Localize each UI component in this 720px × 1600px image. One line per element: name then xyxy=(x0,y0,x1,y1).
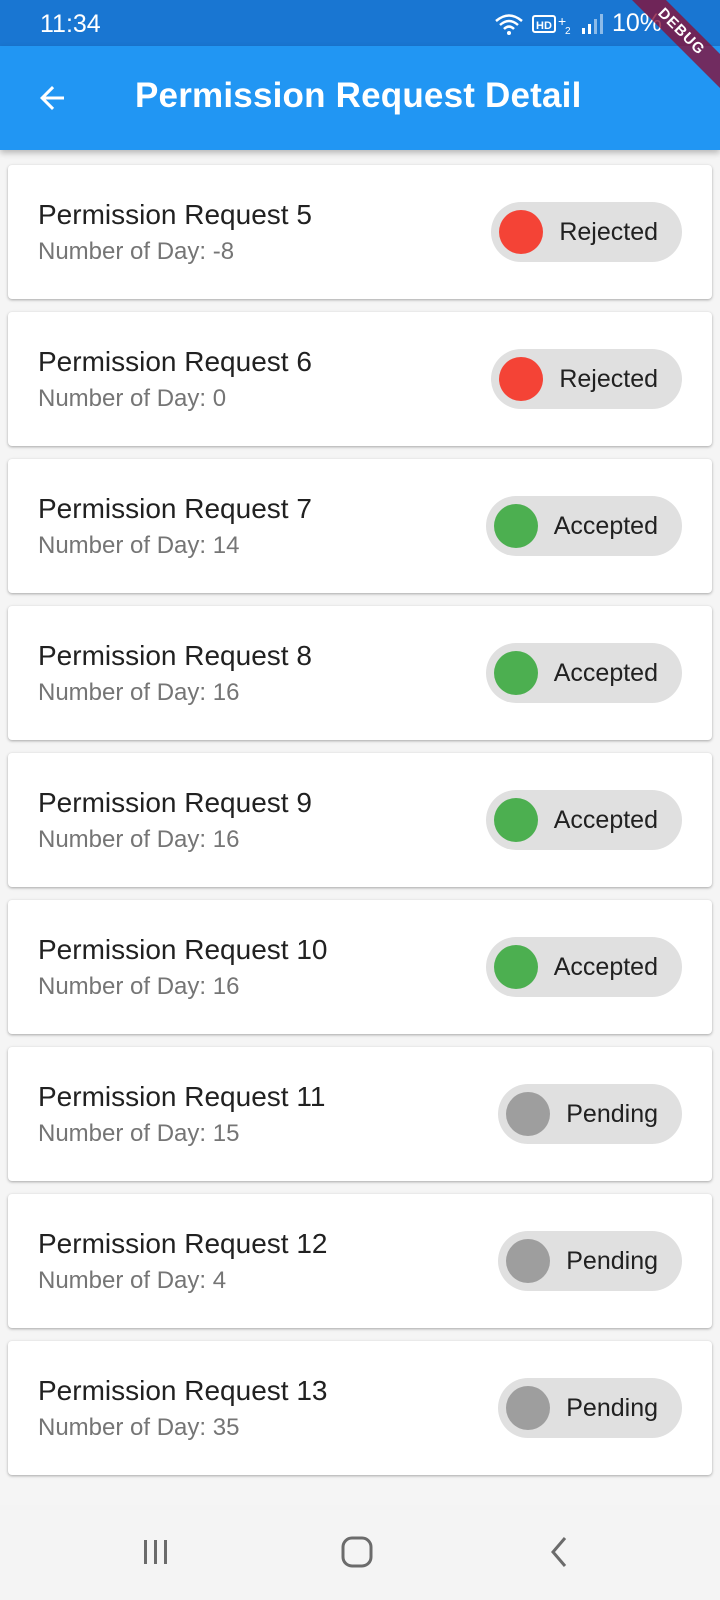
status-avatar-dot xyxy=(493,945,538,989)
status-chip: Rejected xyxy=(491,349,682,409)
request-card[interactable]: Permission Request 5 Number of Day: -8 Rej… xyxy=(8,165,712,299)
request-list: Permission Request 5 Number of Day: -8 Rej… xyxy=(0,150,720,1505)
request-days: Number of Day: 14 xyxy=(38,532,240,559)
screen: 11:34 HD + 2 10% DEBUG Permission Reques… xyxy=(0,0,720,1600)
request-title: Permission Request 13 xyxy=(38,1375,328,1406)
status-chip: Accepted xyxy=(485,937,682,997)
status-label: Accepted xyxy=(553,511,658,540)
request-title: Permission Request 7 xyxy=(38,493,312,524)
request-card[interactable]: Permission Request 12 Number of Day: 4 Pen… xyxy=(8,1194,712,1328)
status-avatar-dot xyxy=(506,1239,551,1283)
status-chip: Accepted xyxy=(485,790,682,850)
arrow-back-icon xyxy=(40,86,64,110)
recents-icon xyxy=(144,1540,167,1564)
status-avatar-dot xyxy=(506,1092,551,1136)
request-days: Number of Day: 16 xyxy=(38,973,240,1000)
wifi-icon xyxy=(495,13,523,35)
app-bar: Permission Request Detail xyxy=(0,46,720,150)
svg-text:2: 2 xyxy=(565,26,571,36)
status-avatar-dot xyxy=(493,651,538,695)
request-card[interactable]: Permission Request 7 Number of Day: 14 Acc… xyxy=(8,459,712,593)
recents-button[interactable] xyxy=(126,1527,186,1577)
request-days: Number of Day: 35 xyxy=(38,1414,240,1441)
status-chip: Pending xyxy=(498,1084,682,1144)
signal-icon xyxy=(581,13,603,34)
status-bar: 11:34 HD + 2 10% xyxy=(0,0,720,46)
status-label: Pending xyxy=(566,1246,658,1275)
hd-network-icon: HD + 2 xyxy=(531,13,571,36)
status-chip: Pending xyxy=(498,1231,682,1291)
status-chip: Accepted xyxy=(485,643,682,703)
status-avatar-dot xyxy=(499,357,544,401)
request-card[interactable]: Permission Request 13 Number of Day: 35 Pe… xyxy=(8,1341,712,1475)
svg-text:HD: HD xyxy=(536,20,552,32)
request-card[interactable]: Permission Request 9 Number of Day: 16 Acc… xyxy=(8,753,712,887)
request-title: Permission Request 12 xyxy=(38,1228,328,1259)
status-label: Accepted xyxy=(553,658,658,687)
status-avatar-dot xyxy=(493,504,538,548)
request-days: Number of Day: 0 xyxy=(38,385,227,412)
status-label: Pending xyxy=(566,1099,658,1128)
nav-back-button[interactable] xyxy=(530,1527,590,1577)
request-title: Permission Request 5 xyxy=(38,199,312,230)
request-card[interactable]: Permission Request 8 Number of Day: 16 Acc… xyxy=(8,606,712,740)
request-title: Permission Request 9 xyxy=(38,787,312,818)
status-avatar-dot xyxy=(506,1386,551,1430)
system-nav-bar xyxy=(0,1505,720,1600)
request-days: Number of Day: 16 xyxy=(38,826,240,853)
request-days: Number of Day: 16 xyxy=(38,679,240,706)
status-label: Pending xyxy=(566,1393,658,1422)
request-title: Permission Request 10 xyxy=(38,934,328,965)
status-chip: Accepted xyxy=(485,496,682,556)
request-card[interactable]: Permission Request 11 Number of Day: 15 Pe… xyxy=(8,1047,712,1181)
home-icon xyxy=(341,1536,373,1568)
back-button[interactable] xyxy=(22,68,82,128)
nav-back-icon xyxy=(551,1537,567,1567)
status-chip: Pending xyxy=(498,1378,682,1438)
home-button[interactable] xyxy=(327,1527,387,1577)
status-label: Rejected xyxy=(559,364,658,393)
request-title: Permission Request 8 xyxy=(38,640,312,671)
status-label: Accepted xyxy=(553,805,658,834)
request-card[interactable]: Permission Request 10 Number of Day: 16 Ac… xyxy=(8,900,712,1034)
request-card[interactable]: Permission Request 6 Number of Day: 0 Reje… xyxy=(8,312,712,446)
status-label: Rejected xyxy=(559,217,658,246)
page-title: Permission Request Detail xyxy=(135,76,582,115)
request-days: Number of Day: 15 xyxy=(38,1120,240,1147)
status-avatar-dot xyxy=(493,798,538,842)
status-label: Accepted xyxy=(553,952,658,981)
status-avatar-dot xyxy=(499,210,544,254)
status-time: 11:34 xyxy=(40,10,101,38)
status-icons: HD + 2 10% xyxy=(494,9,662,38)
request-title: Permission Request 6 xyxy=(38,346,312,377)
status-chip: Rejected xyxy=(491,202,682,262)
request-title: Permission Request 11 xyxy=(38,1081,326,1112)
request-days: Number of Day: -8 xyxy=(38,238,235,265)
request-days: Number of Day: 4 xyxy=(38,1267,227,1294)
